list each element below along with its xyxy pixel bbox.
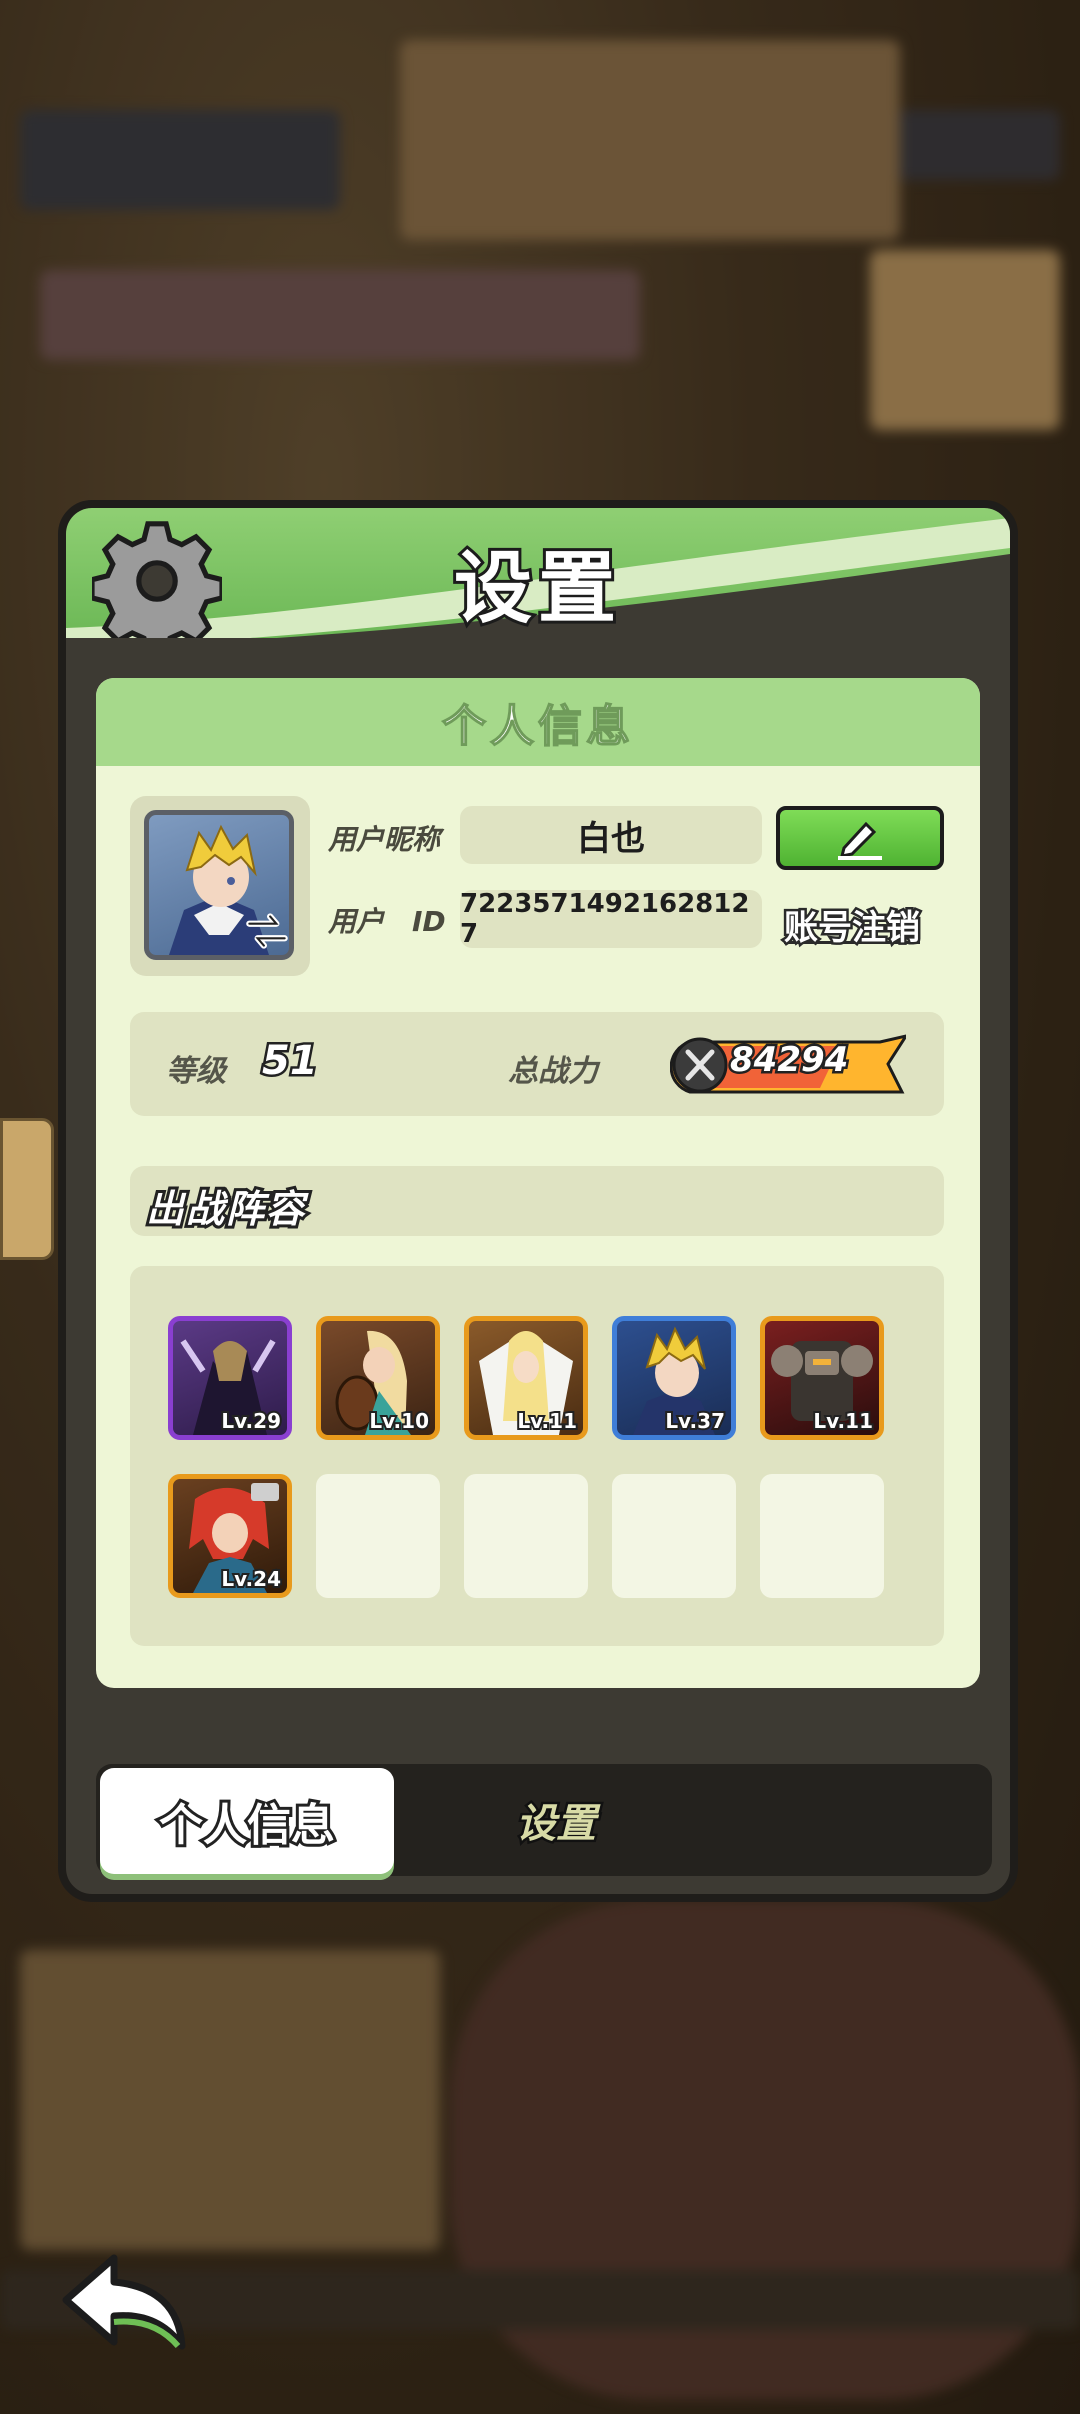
level-label: 等级 [166, 1054, 226, 1089]
user-id-field: 7223571492162812​7 [460, 889, 762, 949]
hero-level: Lv.11 [811, 1407, 875, 1435]
pencil-icon [838, 821, 882, 860]
power-value: 84294 [727, 1038, 850, 1083]
lineup-header: 出战阵容 [130, 1166, 944, 1236]
settings-dialog: 设置 个人信息 用户昵称 白也 [58, 500, 1018, 1902]
hero-level: Lv.10 [367, 1407, 431, 1435]
nickname-label: 用户昵称 [328, 823, 441, 856]
hero-slot-1[interactable]: Lv.29 [168, 1316, 292, 1440]
stats-row: 等级 51 总战力 84294 [130, 1012, 944, 1116]
hero-slot-3[interactable]: Lv.11 [464, 1316, 588, 1440]
empty-hero-slot[interactable] [612, 1474, 736, 1598]
lineup-title: 出战阵容 [143, 1184, 307, 1234]
personal-info-card: 个人信息 用户昵称 白也 [96, 678, 980, 1688]
hero-level: Lv.11 [515, 1407, 579, 1435]
dialog-header: 设置 [66, 508, 1010, 638]
section-title: 个人信息 [96, 678, 980, 766]
edit-nickname-button[interactable] [776, 806, 944, 870]
dialog-title: 设置 [451, 541, 622, 637]
hero-slot-5[interactable]: Lv.11 [760, 1316, 884, 1440]
tab-settings[interactable]: 设置 [456, 1788, 656, 1852]
hero-slot-4[interactable]: Lv.37 [612, 1316, 736, 1440]
hero-level: Lv.29 [219, 1407, 283, 1435]
empty-hero-slot[interactable] [464, 1474, 588, 1598]
nickname-field: 白也 [460, 806, 762, 864]
side-shortcut-tab[interactable] [0, 1118, 54, 1260]
empty-hero-slot[interactable] [760, 1474, 884, 1598]
swap-icon[interactable] [241, 905, 293, 957]
power-label: 总战力 [508, 1054, 598, 1089]
hero-slot-2[interactable]: Lv.10 [316, 1316, 440, 1440]
back-arrow-icon[interactable] [58, 2250, 194, 2354]
level-value: 51 [260, 1036, 321, 1087]
delete-account-link[interactable]: 账号注销 [782, 900, 923, 951]
avatar-frame[interactable] [130, 796, 310, 976]
tab-personal-info[interactable]: 个人信息 [100, 1768, 394, 1874]
hero-slot-6[interactable]: Lv.24 [168, 1474, 292, 1598]
user-id-label: 用户 ID [328, 905, 446, 938]
tab-bar: 个人信息 设置 [96, 1764, 992, 1876]
empty-hero-slot[interactable] [316, 1474, 440, 1598]
hero-level: Lv.37 [663, 1407, 727, 1435]
avatar[interactable] [144, 810, 294, 960]
lineup-grid: Lv.29 Lv.10 Lv.11 Lv.37 Lv.11 Lv.24 [130, 1266, 944, 1646]
hero-level: Lv.24 [219, 1565, 283, 1593]
